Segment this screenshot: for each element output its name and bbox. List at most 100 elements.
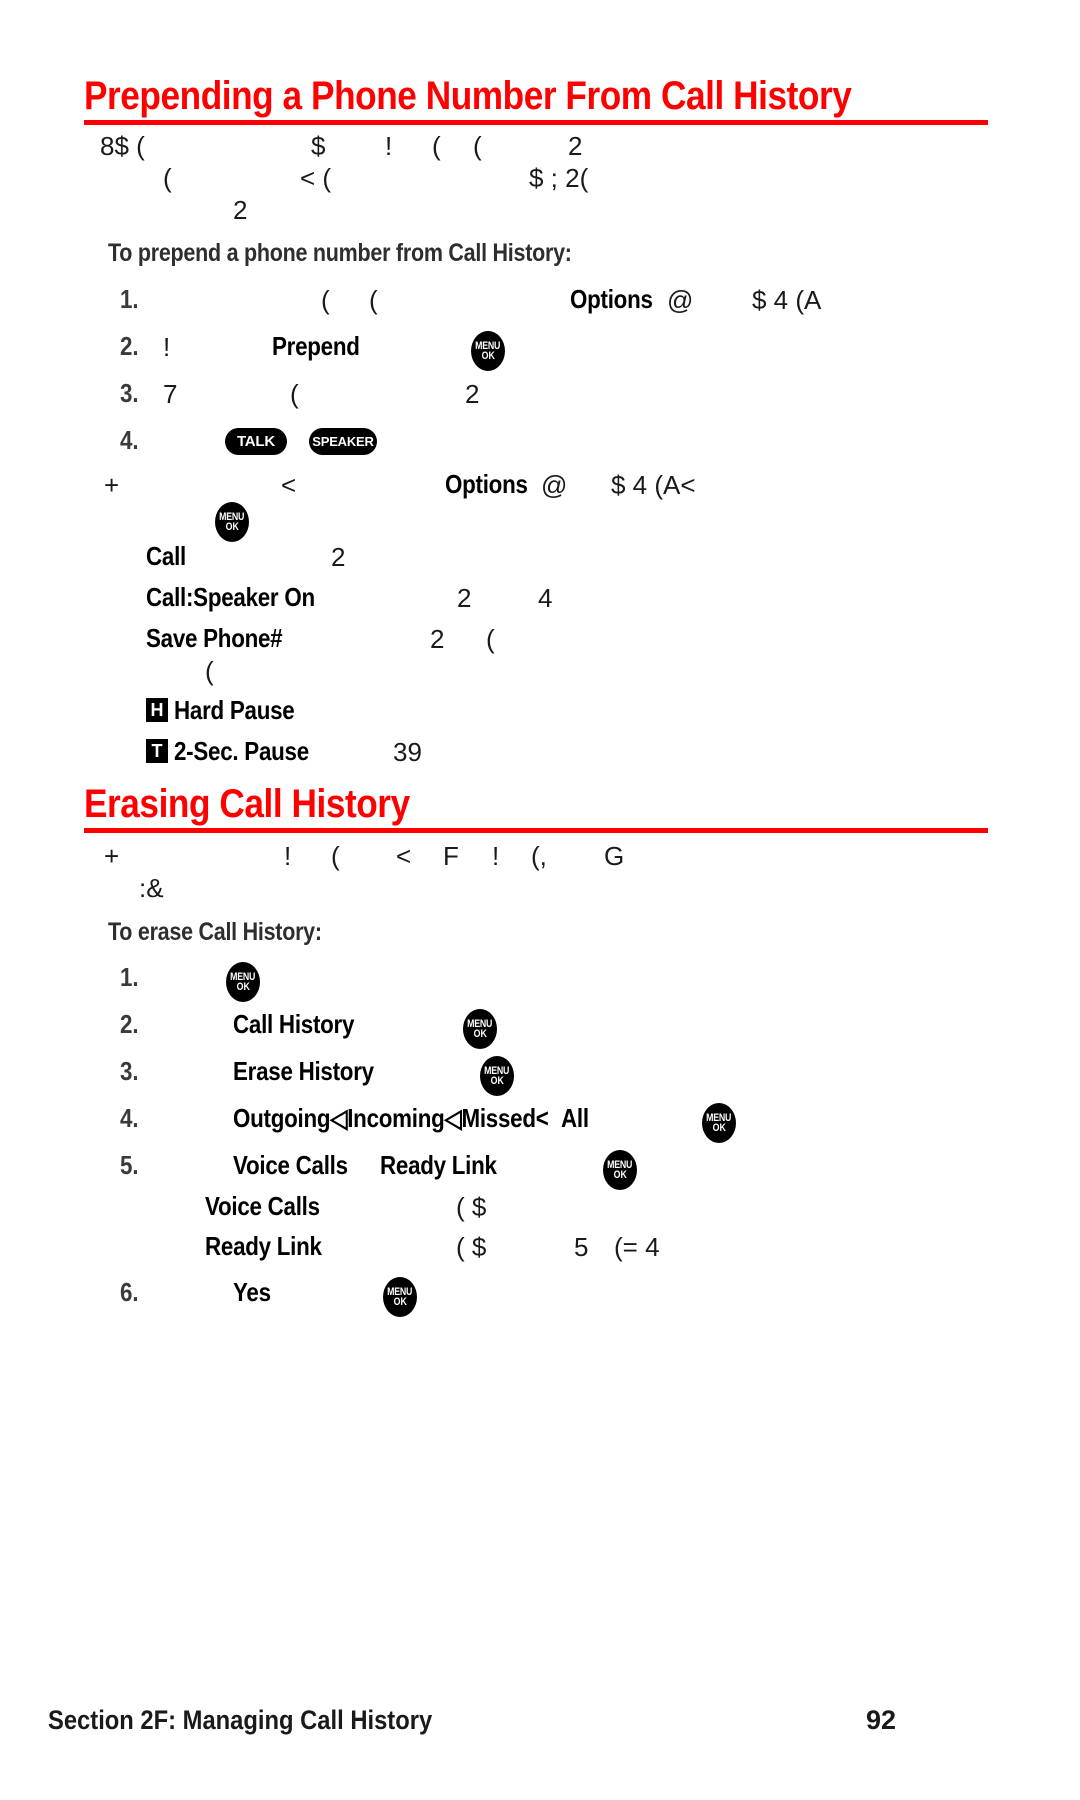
- step-fragment: (: [290, 379, 299, 409]
- heading-rule-prepending: [84, 120, 988, 125]
- sub-option-fragment: ( $: [456, 1232, 487, 1262]
- note-fragment: <: [281, 470, 297, 500]
- step-number: 2.: [120, 331, 139, 361]
- intro-fragment: G: [604, 841, 625, 871]
- menu-ok-key-icon: MENU OK: [383, 1277, 417, 1317]
- footer-page-number: 92: [866, 1705, 897, 1735]
- step-number: 6.: [120, 1277, 139, 1307]
- step-fragment: @: [667, 285, 694, 315]
- sub-option-fragment: (= 4: [614, 1232, 660, 1262]
- step-number: 1.: [120, 284, 139, 314]
- menu-ok-line2: OK: [236, 980, 250, 993]
- step-fragment: $ 4 (A: [752, 285, 822, 315]
- option-label-call-speaker-on: Call:Speaker On: [146, 582, 315, 612]
- speaker-key-label: SPEAKER: [312, 434, 374, 449]
- step-number: 3.: [120, 378, 139, 408]
- option-label-save-phone-number: Save Phone#: [146, 623, 283, 653]
- intro-fragment: 2: [233, 195, 248, 225]
- menu-ok-line2: OK: [225, 520, 239, 533]
- two-sec-pause-key-icon: T: [146, 739, 168, 763]
- option-label-hard-pause: Hard Pause: [174, 695, 295, 725]
- menu-ok-key-icon: MENU OK: [215, 502, 249, 542]
- intro-fragment: 2: [568, 131, 583, 161]
- menu-option-erase-history: Erase History: [233, 1056, 374, 1086]
- footer-section-label: Section 2F: Managing Call History: [48, 1705, 433, 1735]
- step-number: 4.: [120, 1103, 139, 1133]
- intro-fragment: < (: [300, 163, 332, 193]
- menu-options-erase-targets: Outgoing◁Incoming◁Missed<: [233, 1103, 549, 1133]
- option-fragment: 2: [331, 542, 346, 572]
- lead-in-prepend: To prepend a phone number from Call Hist…: [108, 239, 572, 267]
- manual-page: Prepending a Phone Number From Call Hist…: [0, 0, 1080, 1800]
- menu-ok-key-icon: MENU OK: [603, 1150, 637, 1190]
- menu-option-options: Options: [570, 284, 653, 314]
- menu-option-voice-calls: Voice Calls: [233, 1150, 348, 1180]
- sub-option-label-voice-calls: Voice Calls: [205, 1191, 320, 1221]
- section-heading-prepending: Prepending a Phone Number From Call Hist…: [84, 74, 852, 118]
- step-number: 4.: [120, 425, 139, 455]
- menu-option-call-history: Call History: [233, 1009, 355, 1039]
- step-fragment: 7: [163, 379, 178, 409]
- intro-fragment: +: [104, 841, 120, 871]
- step-fragment: !: [163, 332, 171, 362]
- menu-ok-line2: OK: [490, 1074, 504, 1087]
- option-label-call: Call: [146, 541, 186, 571]
- note-fragment: +: [104, 470, 120, 500]
- step-fragment: 2: [465, 379, 480, 409]
- lead-in-erase: To erase Call History:: [108, 918, 322, 946]
- menu-ok-key-icon: MENU OK: [226, 962, 260, 1002]
- menu-ok-line2: OK: [481, 349, 495, 362]
- option-fragment: 2: [430, 624, 445, 654]
- menu-option-ready-link: Ready Link: [380, 1150, 497, 1180]
- hard-pause-key-label: H: [150, 700, 164, 720]
- intro-fragment: $: [311, 131, 326, 161]
- step-fragment: (: [369, 285, 378, 315]
- step-fragment: (: [321, 285, 330, 315]
- menu-option-prepend: Prepend: [272, 331, 360, 361]
- menu-option-options: Options: [445, 469, 528, 499]
- talk-key-label: TALK: [236, 433, 276, 450]
- menu-ok-key-icon: MENU OK: [480, 1056, 514, 1096]
- speaker-key-icon: SPEAKER: [309, 428, 377, 455]
- intro-fragment: $ ; 2(: [529, 163, 589, 193]
- sub-option-label-ready-link: Ready Link: [205, 1231, 322, 1261]
- menu-ok-line2: OK: [613, 1168, 627, 1181]
- intro-fragment: (: [163, 163, 172, 193]
- note-fragment: $ 4 (A<: [611, 470, 696, 500]
- intro-fragment: (: [473, 131, 482, 161]
- intro-fragment: (: [432, 131, 441, 161]
- step-number: 2.: [120, 1009, 139, 1039]
- step-number: 3.: [120, 1056, 139, 1086]
- option-fragment: 4: [538, 583, 553, 613]
- sub-option-fragment: 5: [574, 1232, 589, 1262]
- menu-ok-key-icon: MENU OK: [702, 1103, 736, 1143]
- intro-fragment: !: [284, 841, 292, 871]
- intro-fragment: <: [396, 841, 412, 871]
- option-fragment: 2: [457, 583, 472, 613]
- option-fragment: (: [486, 624, 495, 654]
- heading-rule-erasing: [84, 828, 988, 833]
- menu-ok-key-icon: MENU OK: [471, 331, 505, 371]
- step-number: 5.: [120, 1150, 139, 1180]
- step-number: 1.: [120, 962, 139, 992]
- menu-option-yes: Yes: [233, 1277, 271, 1307]
- intro-fragment: (,: [531, 841, 547, 871]
- option-fragment: (: [205, 656, 214, 686]
- intro-fragment: :&: [139, 873, 164, 903]
- option-label-two-sec-pause: 2-Sec. Pause: [174, 736, 309, 766]
- menu-ok-line2: OK: [393, 1295, 407, 1308]
- option-fragment: 39: [393, 737, 422, 767]
- intro-fragment: F: [443, 841, 459, 871]
- intro-fragment: !: [385, 131, 393, 161]
- intro-fragment: (: [331, 841, 340, 871]
- two-sec-pause-key-label: T: [151, 741, 163, 761]
- intro-fragment: 8$ (: [100, 131, 145, 161]
- sub-option-fragment: ( $: [456, 1192, 487, 1222]
- menu-option-all: All: [561, 1103, 589, 1133]
- talk-key-icon: TALK: [225, 428, 287, 455]
- intro-fragment: !: [492, 841, 500, 871]
- menu-ok-line2: OK: [473, 1027, 487, 1040]
- menu-ok-line2: OK: [712, 1121, 726, 1134]
- section-heading-erasing: Erasing Call History: [84, 782, 410, 826]
- hard-pause-key-icon: H: [146, 698, 168, 722]
